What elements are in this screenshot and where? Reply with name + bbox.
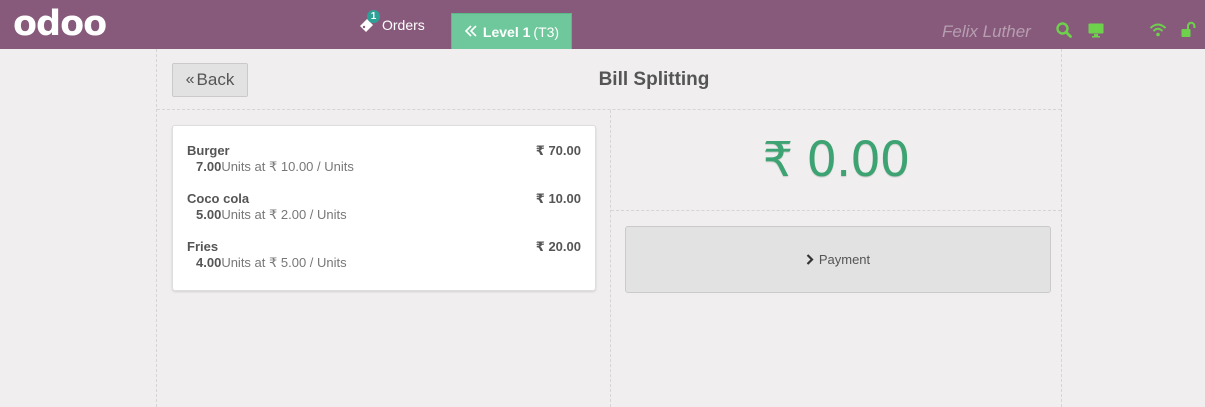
page-title: Bill Splitting (598, 69, 710, 90)
orderline-info: 5.00Units at ₹ 2.00 / Units (196, 207, 581, 223)
orderline-qty: 5.00 (196, 207, 222, 222)
orderline-info: 7.00Units at ₹ 10.00 / Units (196, 159, 581, 175)
orders-count-badge: 1 (367, 10, 380, 23)
odoo-logo: odoo (13, 4, 107, 44)
unlock-icon[interactable] (1180, 21, 1198, 39)
orderline-price: ₹ 70.00 (535, 143, 581, 158)
back-button[interactable]: « Back (172, 63, 248, 97)
payment-label: Payment (818, 252, 871, 267)
orderline[interactable]: Fries ₹ 20.00 4.00Units at ₹ 5.00 / Unit… (187, 239, 581, 287)
orderline-detail: Units at ₹ 2.00 / Units (221, 207, 347, 222)
orders-button[interactable]: 1 Orders (358, 10, 425, 37)
split-total: ₹ 0.00 (762, 132, 911, 188)
orderline-price: ₹ 20.00 (535, 239, 581, 254)
top-bar: odoo 1 Orders Level 1 (T3) Felix Luther (0, 0, 1205, 49)
monitor-icon[interactable] (1087, 21, 1105, 39)
orderline-info: 4.00Units at ₹ 5.00 / Units (196, 255, 581, 271)
orderline-detail: Units at ₹ 10.00 / Units (221, 159, 354, 174)
orderline-product: Fries (187, 239, 219, 254)
ticket-icon: 1 (358, 10, 380, 34)
orderline-product: Coco cola (187, 191, 250, 206)
tab-level-1[interactable]: Level 1 (T3) (451, 13, 572, 49)
orderline-product: Burger (187, 143, 230, 158)
orders-label: Orders (382, 17, 425, 33)
panel-header: Bill Splitting « Back (157, 49, 1061, 110)
chevron-right-icon (806, 252, 814, 268)
username[interactable]: Felix Luther (942, 22, 1031, 42)
level-label: Level 1 (482, 23, 531, 40)
orderline-qty: 4.00 (196, 255, 222, 270)
orderline-detail: Units at ₹ 5.00 / Units (221, 255, 347, 270)
double-chevron-left-icon (464, 24, 478, 40)
back-label: Back (196, 70, 235, 89)
table-label: (T3) (533, 23, 560, 40)
orderline-qty: 7.00 (196, 159, 222, 174)
orderline[interactable]: Burger ₹ 70.00 7.00Units at ₹ 10.00 / Un… (187, 143, 581, 191)
search-icon[interactable] (1055, 21, 1073, 39)
payment-button[interactable]: Payment (625, 226, 1051, 293)
bill-splitting-panel: Bill Splitting « Back Burger ₹ 70.00 7.0… (156, 49, 1062, 407)
double-chevron-left-icon: « (185, 71, 195, 88)
total-display: ₹ 0.00 (611, 110, 1061, 211)
orderlines-list: Burger ₹ 70.00 7.00Units at ₹ 10.00 / Un… (172, 125, 596, 291)
orderline-price: ₹ 10.00 (535, 191, 581, 206)
orderline[interactable]: Coco cola ₹ 10.00 5.00Units at ₹ 2.00 / … (187, 191, 581, 239)
wifi-icon[interactable] (1149, 21, 1167, 39)
